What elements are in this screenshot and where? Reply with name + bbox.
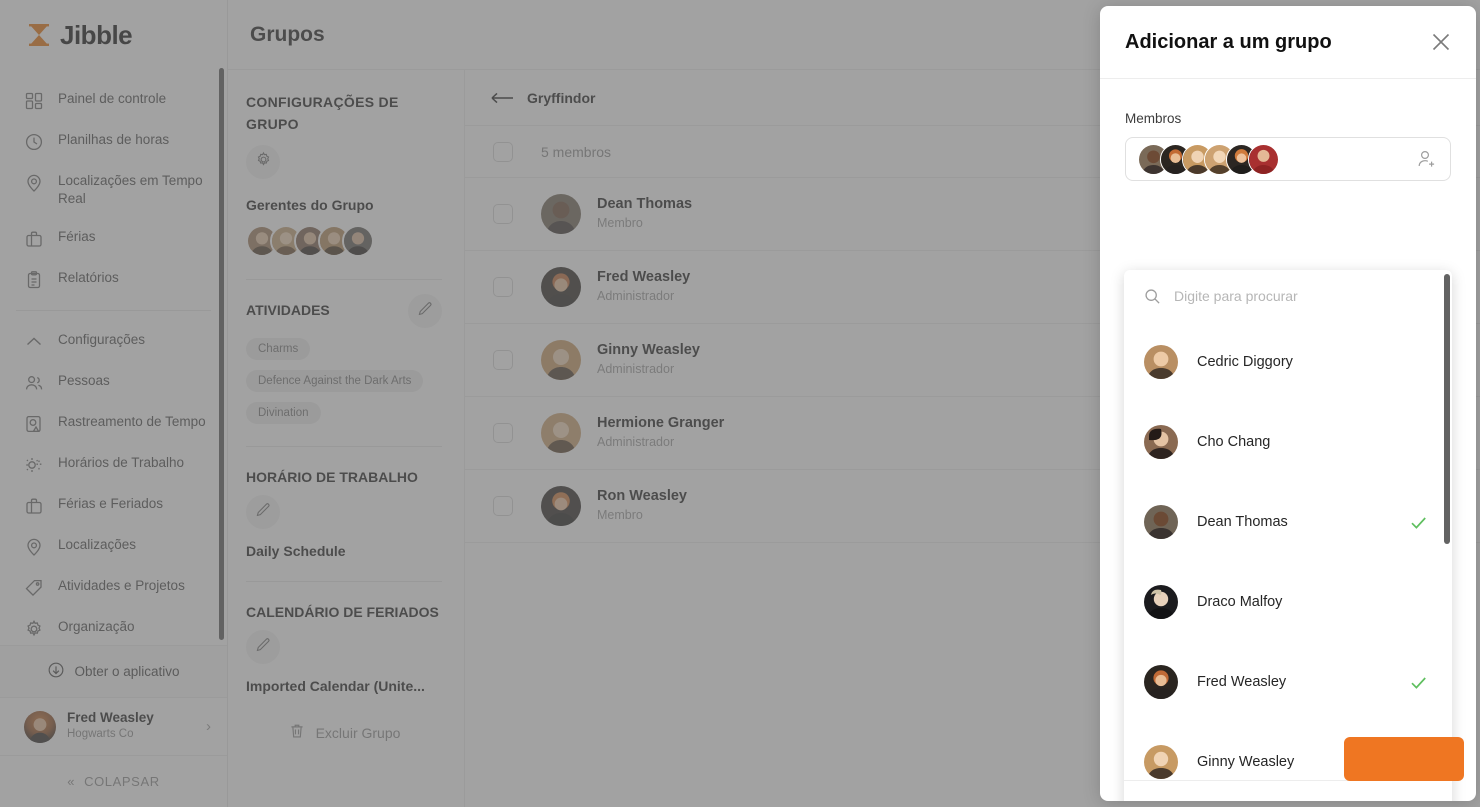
check-icon bbox=[1409, 673, 1428, 692]
list-item-label: Draco Malfoy bbox=[1197, 594, 1283, 610]
search-input[interactable] bbox=[1174, 288, 1432, 304]
list-item-label: Cedric Diggory bbox=[1197, 354, 1293, 370]
avatar bbox=[1144, 345, 1178, 379]
list-item-label: Cho Chang bbox=[1197, 434, 1271, 450]
avatar bbox=[1144, 745, 1178, 779]
list-item-label: Fred Weasley bbox=[1197, 674, 1287, 690]
check-icon bbox=[1409, 513, 1428, 532]
add-to-group-modal: Adicionar a um grupo Membros Digite para… bbox=[1100, 6, 1476, 801]
search-icon bbox=[1144, 288, 1161, 305]
members-dropdown: Cedric Diggory Cho Chang Dean Thomas bbox=[1124, 270, 1452, 801]
list-item-label: Ginny Weasley bbox=[1197, 754, 1295, 770]
list-item[interactable]: Draco Malfoy bbox=[1124, 562, 1452, 642]
avatar bbox=[1144, 425, 1178, 459]
dropdown-list: Cedric Diggory Cho Chang Dean Thomas Dra… bbox=[1124, 322, 1452, 780]
modal-body: Membros Digite para procurar Cedric Digg… bbox=[1100, 79, 1476, 801]
avatar bbox=[1144, 665, 1178, 699]
avatar bbox=[1144, 505, 1178, 539]
avatar bbox=[1248, 143, 1279, 175]
list-item[interactable]: Dean Thomas bbox=[1124, 482, 1452, 562]
dropdown-search[interactable] bbox=[1124, 270, 1452, 322]
members-chip-input[interactable] bbox=[1125, 137, 1451, 181]
close-icon[interactable] bbox=[1428, 29, 1454, 55]
add-user-icon[interactable] bbox=[1416, 148, 1438, 170]
primary-action-button[interactable] bbox=[1344, 737, 1464, 781]
list-item-label: Dean Thomas bbox=[1197, 514, 1288, 530]
app-screen: Jibble Painel de controle bbox=[0, 0, 1480, 807]
list-item[interactable]: Cedric Diggory bbox=[1124, 322, 1452, 402]
avatar bbox=[1144, 585, 1178, 619]
clear-selection-button[interactable]: Limpar seleção bbox=[1144, 800, 1239, 801]
list-item[interactable]: Cho Chang bbox=[1124, 402, 1452, 482]
list-item[interactable]: Fred Weasley bbox=[1124, 642, 1452, 722]
dropdown-footer: Limpar seleção bbox=[1124, 780, 1452, 801]
dropdown-scrollbar[interactable] bbox=[1444, 274, 1450, 544]
modal-header: Adicionar a um grupo bbox=[1100, 6, 1476, 79]
modal-title: Adicionar a um grupo bbox=[1125, 30, 1332, 53]
members-field-label: Membros bbox=[1125, 111, 1182, 126]
